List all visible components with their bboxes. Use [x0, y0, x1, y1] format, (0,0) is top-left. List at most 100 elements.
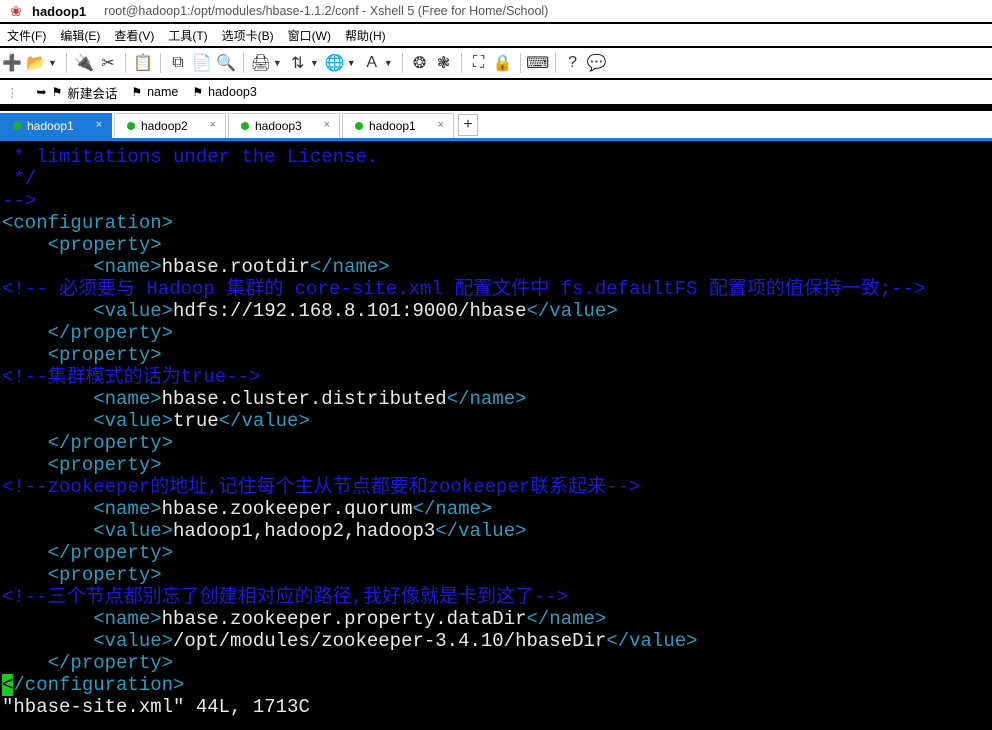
- globe-icon[interactable]: 🌐: [324, 52, 346, 74]
- links-bar: ⋮ ➥ ⚑ 新建会话 ⚑ name ⚑ hadoop3: [0, 80, 992, 104]
- print-dropdown-icon[interactable]: ▼: [273, 58, 282, 68]
- new-session-link[interactable]: ➥ ⚑ 新建会话: [37, 83, 118, 102]
- transfer-icon[interactable]: ⇅: [287, 52, 309, 74]
- xml-text: true: [173, 410, 219, 432]
- menu-tabs[interactable]: 选项卡(B): [215, 27, 281, 44]
- xml-tag: </property>: [2, 652, 174, 674]
- xml-comment: <!-- 必须要与 Hadoop 集群的 core-site.xml 配置文件中…: [2, 278, 926, 300]
- menu-edit[interactable]: 编辑(E): [53, 27, 107, 44]
- xml-tag: </value>: [606, 630, 698, 652]
- xml-tag: </name>: [309, 256, 390, 278]
- fullscreen-icon[interactable]: ⛶: [468, 52, 490, 74]
- help-icon[interactable]: ?: [562, 52, 584, 74]
- xml-text: hadoop1,hadoop2,hadoop3: [173, 520, 436, 542]
- tab-label: hadoop1: [369, 119, 416, 133]
- xml-comment: <!--zookeeper的地址,记住每个主从节点都要和zookeeper联系起…: [2, 476, 641, 498]
- toolbar-divider: [519, 53, 521, 73]
- tab-close-icon[interactable]: ×: [438, 119, 444, 131]
- menu-file[interactable]: 文件(F): [0, 27, 53, 44]
- terminal-line: <configuration>: [2, 212, 173, 234]
- tab-label: hadoop1: [27, 119, 74, 133]
- xml-tag: <property>: [2, 344, 162, 366]
- font-icon[interactable]: A: [361, 52, 383, 74]
- terminal-line: <!-- 必须要与 Hadoop 集群的 core-site.xml 配置文件中…: [2, 278, 926, 300]
- tab-hadoop1-second[interactable]: hadoop1 ×: [342, 113, 454, 138]
- xml-text: hbase.zookeeper.property.dataDir: [161, 608, 527, 630]
- xml-tag: /configuration>: [13, 674, 185, 696]
- chat-icon[interactable]: 💬: [586, 52, 608, 74]
- xml-tag: <name>: [2, 498, 162, 520]
- print-icon[interactable]: 🖨: [250, 52, 272, 74]
- xml-text: hbase.zookeeper.quorum: [161, 498, 413, 520]
- session-tab-strip: hadoop1 × hadoop2 × hadoop3 × hadoop1 × …: [0, 111, 992, 138]
- tab-hadoop2[interactable]: hadoop2 ×: [114, 113, 226, 138]
- active-tab-underline: [0, 138, 992, 141]
- terminal-line: <property>: [2, 454, 162, 476]
- terminal-line: </property>: [2, 322, 173, 344]
- open-folder-icon[interactable]: 📂: [25, 52, 47, 74]
- bookmark-icon: ⚑: [51, 85, 63, 99]
- xml-tag: </value>: [218, 410, 310, 432]
- menu-window[interactable]: 窗口(W): [281, 27, 338, 44]
- menu-bar: 文件(F) 编辑(E) 查看(V) 工具(T) 选项卡(B) 窗口(W) 帮助(…: [0, 24, 992, 46]
- tab-hadoop3[interactable]: hadoop3 ×: [228, 113, 340, 138]
- lock-icon[interactable]: 🔒: [492, 52, 514, 74]
- menu-tools[interactable]: 工具(T): [161, 27, 214, 44]
- bookmark-icon: ⚑: [192, 85, 204, 99]
- xml-text: hdfs://192.168.8.101:9000/hbase: [173, 300, 527, 322]
- xftp-icon[interactable]: ❂: [409, 52, 431, 74]
- xml-tag: </name>: [412, 498, 493, 520]
- terminal-view[interactable]: * limitations under the License. */ --> …: [0, 144, 992, 730]
- connect-icon[interactable]: 🔌: [73, 52, 95, 74]
- terminal-line: <property>: [2, 344, 162, 366]
- toolbar-divider: [460, 53, 462, 73]
- tab-label: hadoop2: [141, 119, 188, 133]
- add-tab-button[interactable]: +: [458, 114, 478, 136]
- tab-close-icon[interactable]: ×: [324, 119, 330, 131]
- xml-tag: <property>: [2, 234, 162, 256]
- font-dropdown-icon[interactable]: ▼: [384, 58, 393, 68]
- terminal-line: <property>: [2, 234, 162, 256]
- toolbar-divider: [554, 53, 556, 73]
- comment-end-text: */: [2, 168, 37, 190]
- copy-icon[interactable]: ⧉: [167, 52, 189, 74]
- transfer-dropdown-icon[interactable]: ▼: [310, 58, 319, 68]
- xml-text: hbase.rootdir: [161, 256, 310, 278]
- open-dropdown-icon[interactable]: ▼: [48, 58, 57, 68]
- xmanager-icon[interactable]: ❃: [433, 52, 455, 74]
- globe-dropdown-icon[interactable]: ▼: [347, 58, 356, 68]
- xml-comment: <!--集群模式的话为true-->: [2, 366, 261, 388]
- toolbar-divider: [159, 53, 161, 73]
- xml-comment: <!--三个节点都别忘了创建相对应的路径,我好像就是卡到这了-->: [2, 586, 569, 608]
- terminal-line: -->: [2, 190, 36, 212]
- xml-tag: </name>: [446, 388, 527, 410]
- link-name[interactable]: ⚑ name: [131, 85, 178, 99]
- toolbar-divider: [124, 53, 126, 73]
- terminal-line: <value>hdfs://192.168.8.101:9000/hbase</…: [2, 300, 618, 322]
- toolbar: ➕ 📂 ▼ 🔌 ✂ 📋 ⧉ 📄 🔍 🖨 ▼ ⇅ ▼ 🌐 ▼ A ▼ ❂ ❃ ⛶ …: [0, 48, 992, 78]
- paste-icon[interactable]: 📄: [191, 52, 213, 74]
- menu-view[interactable]: 查看(V): [107, 27, 161, 44]
- bookmark-arrow-icon: ➥: [36, 85, 47, 99]
- connected-status-icon: [241, 122, 249, 130]
- keyboard-icon[interactable]: ⌨: [526, 52, 549, 74]
- xml-tag: <value>: [2, 630, 174, 652]
- properties-icon[interactable]: 📋: [132, 52, 154, 74]
- tab-close-icon[interactable]: ×: [210, 119, 216, 131]
- terminal-line: </property>: [2, 652, 173, 674]
- terminal-cursor: <: [2, 674, 14, 696]
- find-icon[interactable]: 🔍: [215, 52, 237, 74]
- tab-close-icon[interactable]: ×: [96, 119, 102, 131]
- window-app-name: hadoop1: [32, 3, 87, 19]
- xml-tag: <value>: [2, 300, 174, 322]
- link-hadoop3[interactable]: ⚑ hadoop3: [192, 85, 256, 99]
- connected-status-icon: [355, 122, 363, 130]
- terminal-line: </property>: [2, 542, 173, 564]
- disconnect-icon[interactable]: ✂: [97, 52, 119, 74]
- comment-close-text: -->: [2, 190, 37, 212]
- new-session-icon[interactable]: ➕: [1, 52, 23, 74]
- menu-help[interactable]: 帮助(H): [338, 27, 393, 44]
- tab-hadoop1-active[interactable]: hadoop1 ×: [0, 113, 112, 138]
- toolbar-divider: [65, 53, 67, 73]
- xshell-logo-icon: ❀: [10, 2, 22, 19]
